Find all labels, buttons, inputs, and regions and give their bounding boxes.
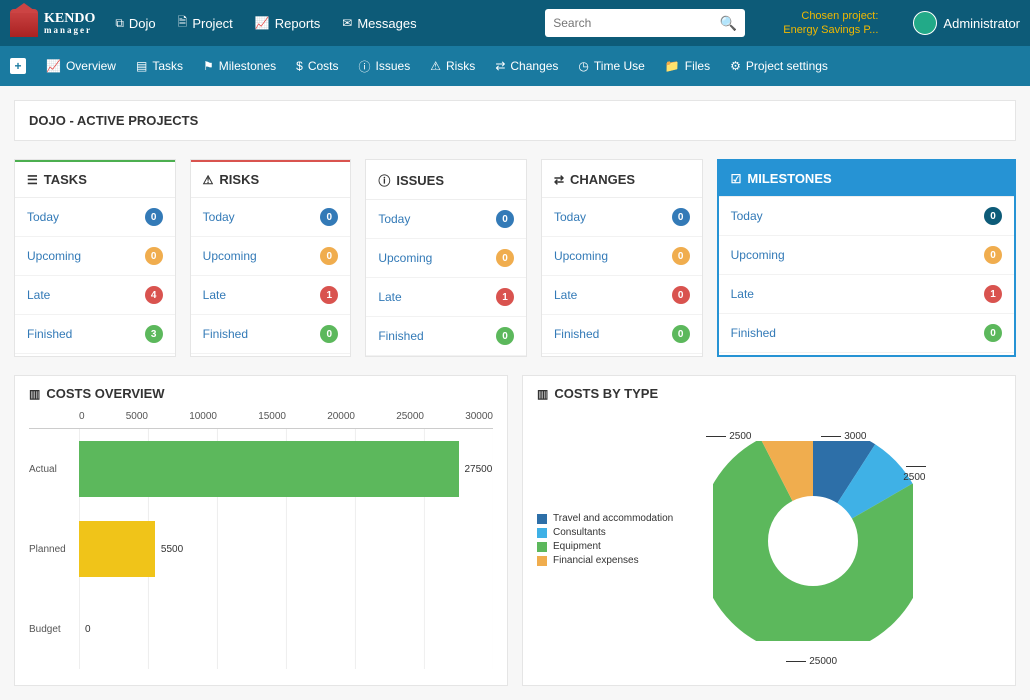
chart-icon: 📈 [255, 16, 270, 30]
clock-icon: ◷ [578, 59, 588, 73]
copy-icon: ⧉ [115, 16, 124, 31]
subnav-milestones[interactable]: ⚑Milestones [203, 59, 276, 73]
risks-upcoming[interactable]: Upcoming [203, 249, 257, 263]
barchart-icon: ▥ [537, 387, 548, 401]
issues-upcoming[interactable]: Upcoming [378, 251, 432, 265]
nav-project[interactable]: 🗎Project [178, 13, 233, 34]
logo[interactable]: KENDOmanager [10, 9, 95, 37]
page-title: DOJO - ACTIVE PROJECTS [14, 100, 1016, 141]
tasks-upcoming[interactable]: Upcoming [27, 249, 81, 263]
tasks-late[interactable]: Late [27, 288, 50, 302]
risks-late[interactable]: Late [203, 288, 226, 302]
warning-icon: ⚠ [430, 59, 441, 73]
info-icon: ⓘ [359, 58, 371, 75]
tasks-today[interactable]: Today [27, 210, 59, 224]
costs-overview-chart: 050001000015000200002500030000Actual2750… [29, 411, 493, 669]
costs-by-type-chart: 30002500250002500 [683, 411, 943, 671]
add-button[interactable]: + [10, 58, 26, 74]
envelope-icon: ✉ [342, 16, 352, 30]
subnav-settings[interactable]: ⚙Project settings [730, 59, 828, 73]
subnav-changes[interactable]: ⇄Changes [495, 59, 558, 73]
risks-today[interactable]: Today [203, 210, 235, 224]
barchart-icon: ▥ [29, 387, 40, 401]
milestones-finished[interactable]: Finished [731, 326, 776, 340]
flag-icon: ⚑ [203, 59, 214, 73]
issues-today[interactable]: Today [378, 212, 410, 226]
dollar-icon: $ [296, 59, 303, 73]
info-icon: ⓘ [378, 172, 390, 189]
card-milestones: ☑MILESTONES Today0 Upcoming0 Late1 Finis… [717, 159, 1016, 357]
card-risks: ⚠RISKS Today0 Upcoming0 Late1 Finished0 [190, 159, 352, 357]
swap-icon: ⇄ [495, 59, 505, 73]
chosen-project[interactable]: Chosen project: Energy Savings P... [783, 9, 878, 38]
subnav-risks[interactable]: ⚠Risks [430, 59, 475, 73]
check-icon: ☑ [731, 172, 742, 186]
search-wrap[interactable]: 🔍 [545, 9, 745, 37]
changes-today[interactable]: Today [554, 210, 586, 224]
milestones-upcoming[interactable]: Upcoming [731, 248, 785, 262]
nav-reports[interactable]: 📈Reports [255, 13, 320, 34]
topbar: KENDOmanager ⧉Dojo 🗎Project 📈Reports ✉Me… [0, 0, 1030, 46]
subnav-costs[interactable]: $Costs [296, 59, 338, 73]
subbar: + 📈Overview ▤Tasks ⚑Milestones $Costs ⓘI… [0, 46, 1030, 86]
chart-icon: 📈 [46, 59, 61, 73]
milestones-late[interactable]: Late [731, 287, 754, 301]
card-tasks: ☰TASKS Today0 Upcoming0 Late4 Finished3 [14, 159, 176, 357]
user-menu[interactable]: Administrator [913, 11, 1020, 35]
changes-finished[interactable]: Finished [554, 327, 599, 341]
folder-icon: 📁 [665, 59, 680, 73]
list-icon: ▤ [136, 59, 147, 73]
pie-legend: Travel and accommodationConsultantsEquip… [537, 513, 673, 569]
panel-costs-overview: ▥COSTS OVERVIEW 050001000015000200002500… [14, 375, 508, 686]
avatar [913, 11, 937, 35]
subnav-timeuse[interactable]: ◷Time Use [578, 59, 644, 73]
search-input[interactable] [553, 16, 720, 30]
tasks-finished[interactable]: Finished [27, 327, 72, 341]
issues-finished[interactable]: Finished [378, 329, 423, 343]
changes-upcoming[interactable]: Upcoming [554, 249, 608, 263]
subnav-overview[interactable]: 📈Overview [46, 59, 116, 73]
card-changes: ⇄CHANGES Today0 Upcoming0 Late0 Finished… [541, 159, 703, 357]
card-issues: ⓘISSUES Today0 Upcoming0 Late1 Finished0 [365, 159, 527, 357]
search-icon[interactable]: 🔍 [720, 15, 737, 32]
file-icon: 🗎 [178, 13, 188, 34]
gear-icon: ⚙ [730, 59, 741, 73]
swap-icon: ⇄ [554, 173, 564, 187]
milestones-today[interactable]: Today [731, 209, 763, 223]
subnav-issues[interactable]: ⓘIssues [359, 58, 411, 75]
nav-dojo[interactable]: ⧉Dojo [115, 13, 155, 34]
list-icon: ☰ [27, 173, 38, 187]
issues-late[interactable]: Late [378, 290, 401, 304]
subnav-files[interactable]: 📁Files [665, 59, 710, 73]
risks-finished[interactable]: Finished [203, 327, 248, 341]
subnav-tasks[interactable]: ▤Tasks [136, 59, 183, 73]
nav-messages[interactable]: ✉Messages [342, 13, 416, 34]
panel-costs-by-type: ▥COSTS BY TYPE Travel and accommodationC… [522, 375, 1016, 686]
logo-icon [10, 9, 38, 37]
changes-late[interactable]: Late [554, 288, 577, 302]
warning-icon: ⚠ [203, 173, 214, 187]
nav-main: ⧉Dojo 🗎Project 📈Reports ✉Messages [115, 13, 416, 34]
